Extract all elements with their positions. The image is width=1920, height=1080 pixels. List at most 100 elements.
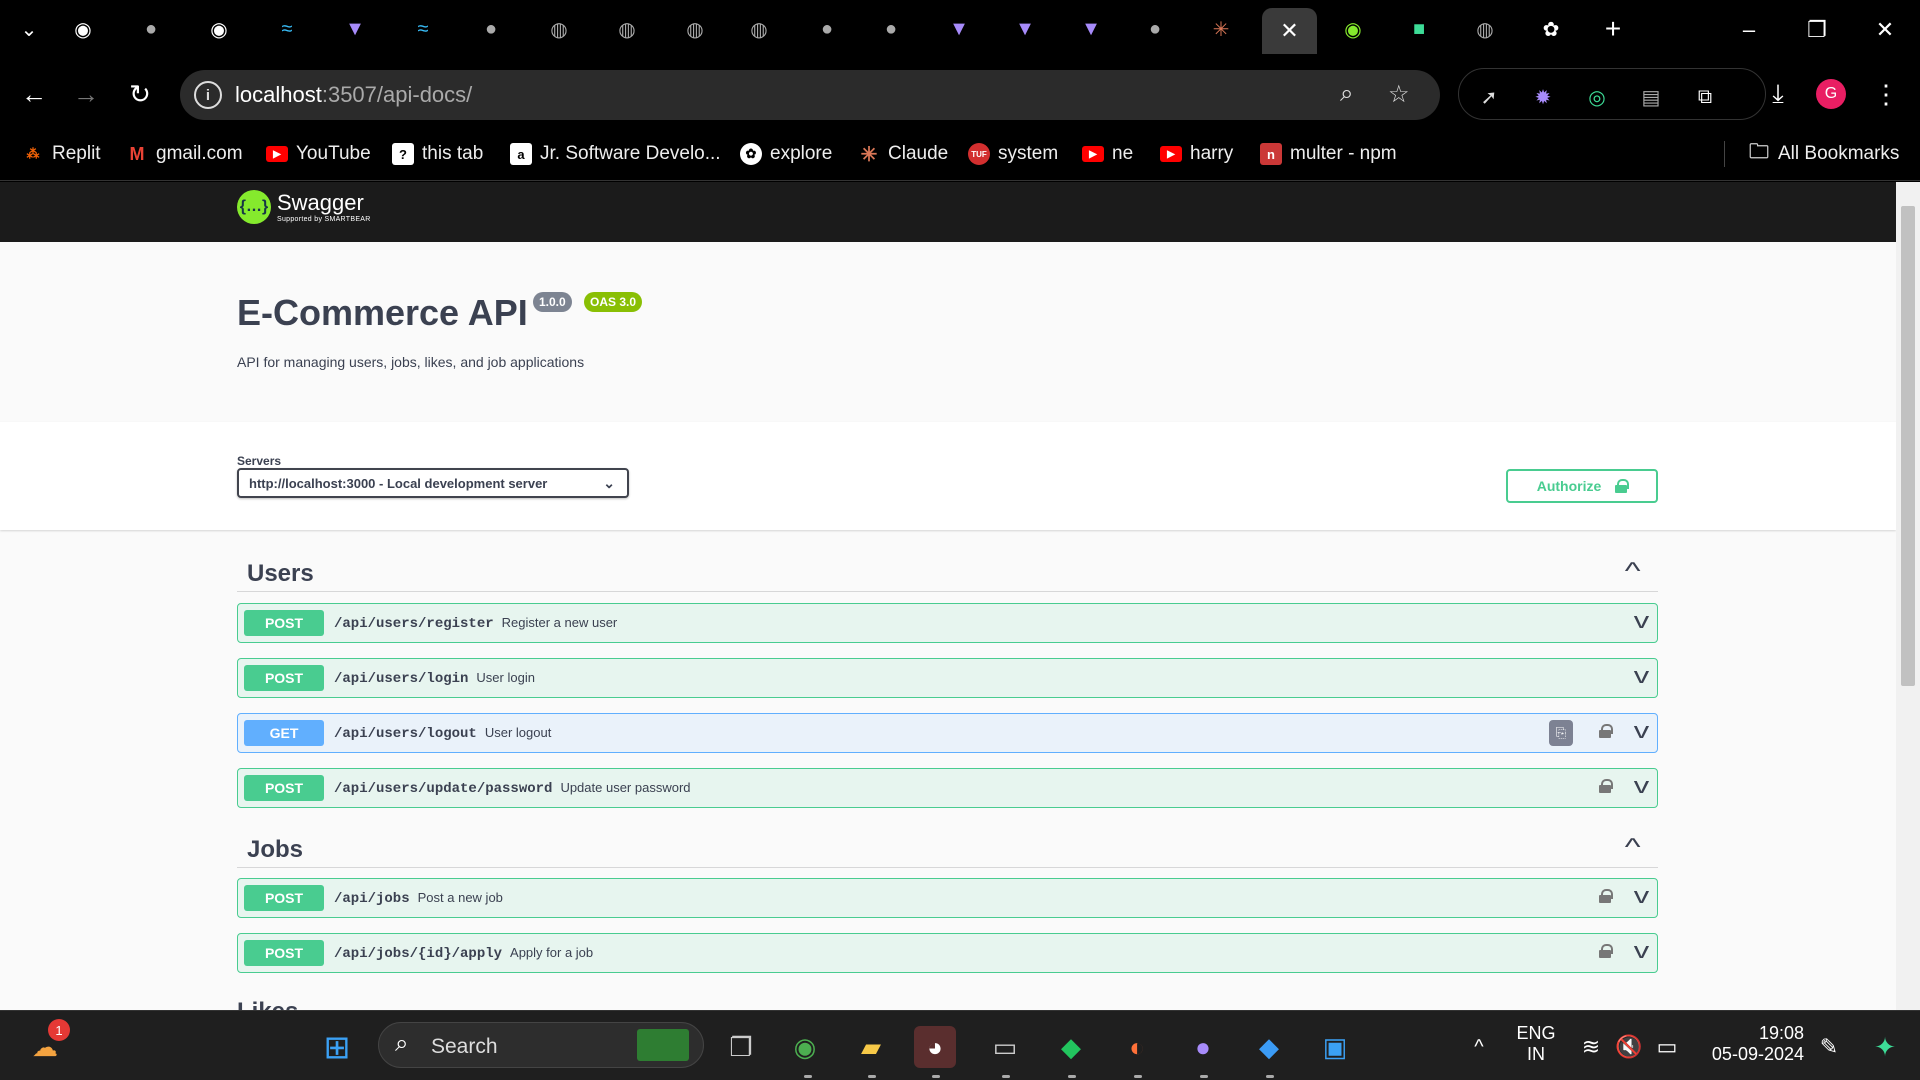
- sheets-tab-icon[interactable]: ■: [1404, 14, 1434, 44]
- operation-post-login[interactable]: POST /api/users/login User login v: [237, 658, 1658, 698]
- chevron-down-icon[interactable]: v: [1634, 773, 1649, 799]
- bookmark-replit[interactable]: ⁂ Replit: [22, 140, 101, 168]
- minimize-icon[interactable]: –: [1724, 12, 1774, 48]
- volume-muted-icon[interactable]: 🔇: [1608, 1026, 1650, 1068]
- bookmark-ne[interactable]: ▶ ne: [1082, 140, 1133, 168]
- bookmark-star-icon[interactable]: ☆: [1388, 80, 1410, 109]
- new-tab-button[interactable]: +: [1598, 13, 1628, 44]
- close-window-icon[interactable]: ✕: [1860, 12, 1910, 48]
- lock-icon[interactable]: [1599, 724, 1613, 738]
- chrome-tab-icon[interactable]: ◉: [68, 14, 98, 44]
- firefox-icon[interactable]: ◐: [1116, 1026, 1158, 1068]
- clock[interactable]: 19:08 05-09-2024: [1694, 1023, 1804, 1065]
- authorize-button[interactable]: Authorize: [1506, 469, 1658, 503]
- operation-post-register[interactable]: POST /api/users/register Register a new u…: [237, 603, 1658, 643]
- copilot-icon[interactable]: ✦: [1864, 1026, 1906, 1068]
- url-text[interactable]: localhost:3507/api-docs/: [235, 82, 472, 108]
- chevron-down-icon[interactable]: v: [1634, 938, 1649, 964]
- github-tab-icon[interactable]: ●: [136, 14, 166, 44]
- menu-kebab-icon[interactable]: ⋮: [1868, 76, 1904, 112]
- lock-icon[interactable]: [1599, 944, 1613, 958]
- bookmark-system[interactable]: TUF system: [968, 140, 1058, 168]
- claude-tab-icon[interactable]: ✳: [1206, 14, 1236, 44]
- globe-tab-icon[interactable]: ◍: [744, 14, 774, 44]
- forward-arrow-icon[interactable]: →: [68, 76, 104, 112]
- start-menu-icon[interactable]: ⊞: [316, 1026, 358, 1068]
- address-bar[interactable]: i localhost:3507/api-docs/ ⌕ ☆: [180, 70, 1440, 120]
- extension-gear-icon[interactable]: ✹: [1529, 83, 1557, 111]
- tray-overflow-chevron-icon[interactable]: ^: [1458, 1026, 1500, 1068]
- section-users[interactable]: Users ^: [237, 552, 1658, 592]
- operation-post-apply[interactable]: POST /api/jobs/{id}/apply Apply for a job…: [237, 933, 1658, 973]
- page-scrollbar[interactable]: [1896, 182, 1920, 1010]
- language-indicator[interactable]: ENG IN: [1512, 1023, 1560, 1065]
- vite-tab-icon[interactable]: ▼: [944, 14, 974, 44]
- scrollbar-thumb[interactable]: [1901, 206, 1915, 686]
- vite-tab-icon[interactable]: ▼: [1076, 14, 1106, 44]
- site-info-icon[interactable]: i: [194, 81, 222, 109]
- bookmark-harry[interactable]: ▶ harry: [1160, 140, 1233, 168]
- extension-target-icon[interactable]: ◎: [1583, 83, 1611, 111]
- tailwind-tab-icon[interactable]: ≈: [408, 14, 438, 44]
- bookmark-multer-npm[interactable]: n multer - npm: [1260, 140, 1397, 168]
- app-taskbar-icon[interactable]: ◕: [914, 1026, 956, 1068]
- battery-icon[interactable]: ▭: [1646, 1026, 1688, 1068]
- github-tab-icon[interactable]: ●: [876, 14, 906, 44]
- copy-to-clipboard-icon[interactable]: ⎘: [1549, 720, 1573, 746]
- photos-icon[interactable]: ▣: [1314, 1026, 1356, 1068]
- bookmark-jr-software[interactable]: a Jr. Software Develo...: [510, 140, 721, 168]
- swagger-tab-icon[interactable]: ◉: [1338, 14, 1368, 44]
- vite-tab-icon[interactable]: ▼: [340, 14, 370, 44]
- bookmark-explore[interactable]: ✿ explore: [740, 140, 832, 168]
- github-tab-icon[interactable]: ●: [476, 14, 506, 44]
- globe-tab-icon[interactable]: ◍: [612, 14, 642, 44]
- chevron-down-icon[interactable]: v: [1634, 883, 1649, 909]
- globe-tab-icon[interactable]: ◍: [680, 14, 710, 44]
- section-likes-partial[interactable]: Likes: [237, 1000, 297, 1010]
- terminal-icon[interactable]: ▭: [984, 1026, 1026, 1068]
- extension-window-icon[interactable]: ▤: [1637, 83, 1665, 111]
- profile-avatar[interactable]: G: [1816, 79, 1846, 109]
- github-desktop-icon[interactable]: ●: [1182, 1026, 1224, 1068]
- chevron-down-icon[interactable]: v: [1634, 663, 1649, 689]
- chrome-tab-icon[interactable]: ◉: [204, 14, 234, 44]
- bookmark-claude[interactable]: ✳ Claude: [858, 140, 949, 168]
- taskbar-search[interactable]: ⌕ Search: [378, 1022, 704, 1068]
- github-tab-icon[interactable]: ●: [812, 14, 842, 44]
- github-tab-icon[interactable]: ●: [1140, 14, 1170, 44]
- vscode-icon[interactable]: ◆: [1248, 1026, 1290, 1068]
- bookmark-gmail[interactable]: Mgmail.com: [126, 140, 243, 168]
- extensions-puzzle-icon[interactable]: ⧉: [1691, 83, 1719, 111]
- vscode-insiders-icon[interactable]: ◆: [1050, 1026, 1092, 1068]
- back-arrow-icon[interactable]: ←: [16, 76, 52, 112]
- restore-icon[interactable]: ❐: [1792, 12, 1842, 48]
- section-jobs[interactable]: Jobs ^: [237, 828, 1658, 868]
- zoom-icon[interactable]: ⌕: [1340, 80, 1353, 108]
- all-bookmarks-button[interactable]: 🗀 All Bookmarks: [1748, 140, 1899, 168]
- bookmark-youtube[interactable]: ▶ YouTube: [266, 140, 371, 168]
- wifi-icon[interactable]: ≋: [1570, 1026, 1612, 1068]
- chevron-down-icon[interactable]: v: [1634, 718, 1649, 744]
- operation-post-update-password[interactable]: POST /api/users/update/password Update us…: [237, 768, 1658, 808]
- servers-select[interactable]: http://localhost:3000 - Local developmen…: [237, 468, 629, 498]
- bookmark-this-tab[interactable]: ? this tab: [392, 140, 483, 168]
- chevron-up-icon[interactable]: ^: [1624, 834, 1640, 862]
- download-icon[interactable]: ⤓: [1760, 76, 1796, 112]
- operation-get-logout[interactable]: GET /api/users/logout User logout ⎘ v: [237, 713, 1658, 753]
- notification-bell-icon[interactable]: ✎: [1808, 1026, 1850, 1068]
- operation-post-jobs[interactable]: POST /api/jobs Post a new job v: [237, 878, 1658, 918]
- active-tab-close-icon[interactable]: ✕: [1262, 8, 1317, 54]
- tailwind-tab-icon[interactable]: ≈: [272, 14, 302, 44]
- swagger-logo[interactable]: {…} Swagger Supported by SMARTBEAR: [237, 190, 371, 224]
- openai-tab-icon[interactable]: ✿: [1536, 14, 1566, 44]
- tab-search-chevron-icon[interactable]: ⌄: [14, 14, 44, 44]
- file-explorer-icon[interactable]: ▰: [850, 1026, 892, 1068]
- chevron-down-icon[interactable]: v: [1634, 608, 1649, 634]
- chevron-up-icon[interactable]: ^: [1624, 558, 1640, 586]
- extension-pen-icon[interactable]: ➚: [1475, 83, 1503, 111]
- vite-tab-icon[interactable]: ▼: [1010, 14, 1040, 44]
- reload-icon[interactable]: ↻: [122, 76, 158, 112]
- lock-icon[interactable]: [1599, 779, 1613, 793]
- chrome-taskbar-icon[interactable]: ◉: [784, 1026, 826, 1068]
- task-view-icon[interactable]: ❐: [720, 1026, 762, 1068]
